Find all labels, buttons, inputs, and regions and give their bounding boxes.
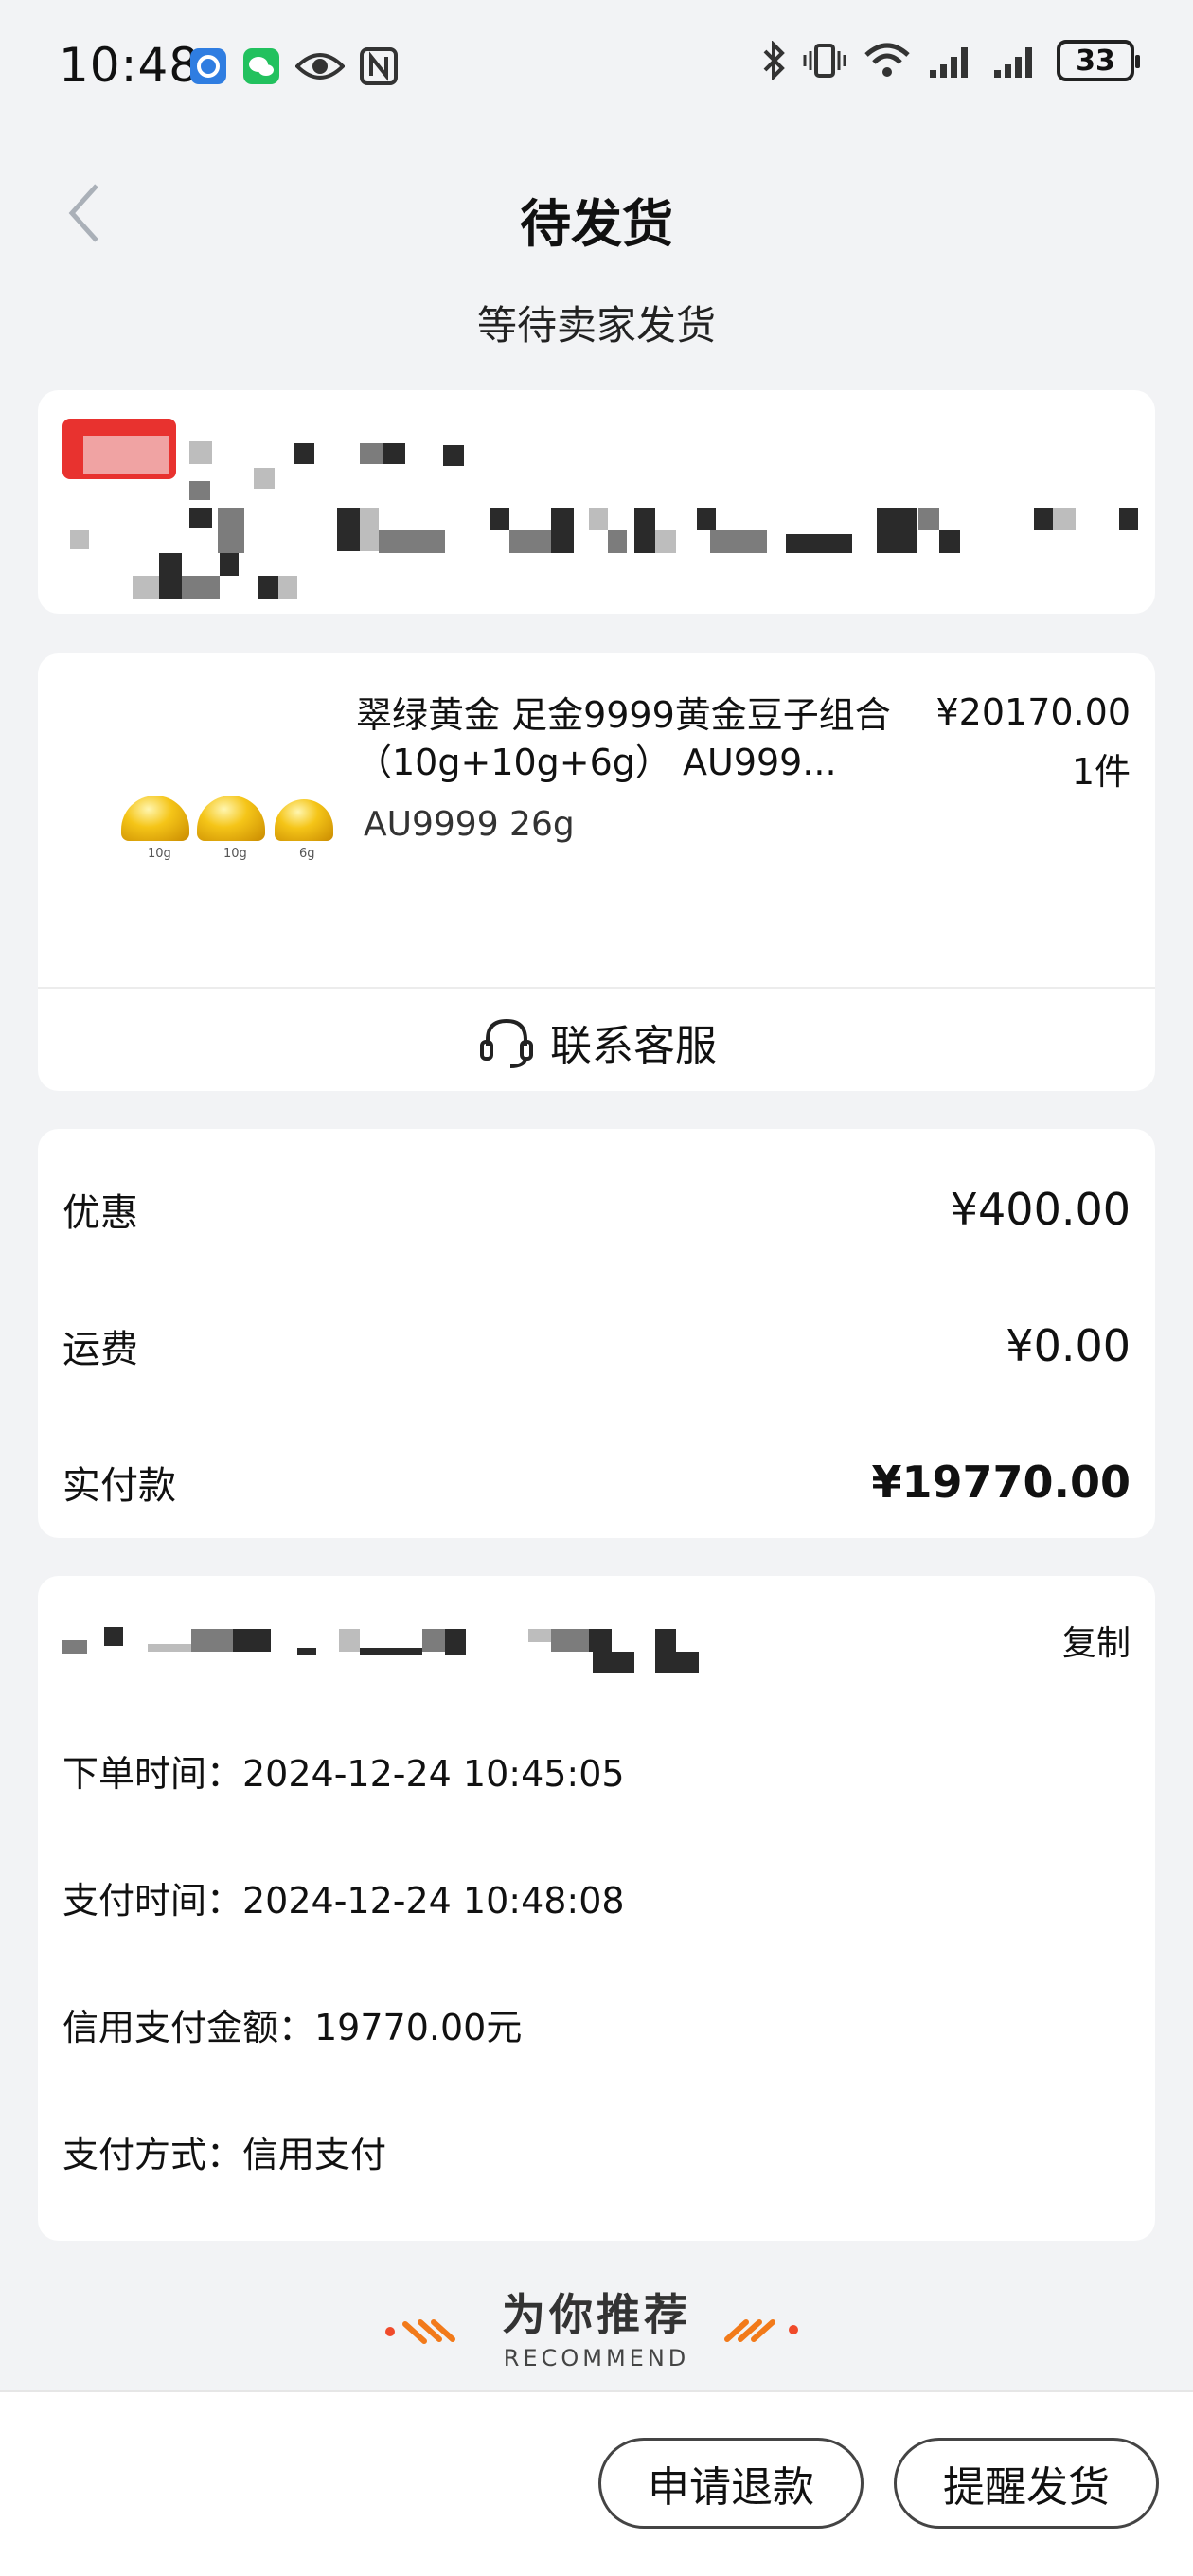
product-price: ¥20170.00 — [935, 691, 1131, 733]
battery-indicator: 33 — [1057, 40, 1140, 81]
address-card[interactable] — [38, 390, 1155, 614]
image-label: 6g — [299, 847, 315, 861]
nfc-icon — [360, 47, 398, 85]
gold-bean-icon — [275, 799, 333, 841]
paid-row: 实付款 ¥19770.00 — [62, 1455, 1131, 1510]
redacted-block — [83, 436, 169, 474]
order-info-card: 复制 下单时间：2024-12-24 10:45:05 支付时间：2024-12… — [38, 1576, 1155, 2241]
shipping-label: 运费 — [62, 1328, 138, 1371]
decoration-left-icon — [385, 2319, 455, 2344]
wifi-icon — [864, 43, 910, 77]
decoration-right-icon — [724, 2319, 798, 2342]
refund-button[interactable]: 申请退款 — [598, 2438, 864, 2529]
signal-icon — [930, 47, 968, 78]
customer-service-label: 联系客服 — [550, 1022, 717, 1070]
pay-time: 支付时间：2024-12-24 10:48:08 — [62, 1880, 625, 1922]
nav-bar: 待发货 — [0, 161, 1193, 265]
discount-row: 优惠 ¥400.00 — [62, 1182, 1131, 1237]
page-title: 待发货 — [520, 194, 673, 254]
pay-method: 支付方式：信用支付 — [62, 2134, 387, 2175]
customer-service-button[interactable]: 联系客服 — [38, 1004, 1155, 1080]
headset-icon — [480, 1018, 533, 1068]
product-image[interactable]: 10g 10g 6g — [72, 672, 337, 985]
eye-icon — [295, 53, 345, 80]
app-shield-icon — [190, 48, 226, 84]
product-name[interactable]: 翠绿黄金 足金9999黄金豆子组合 （10g+10g+6g） AU999... — [356, 691, 943, 786]
notification-icons — [189, 47, 398, 85]
discount-label: 优惠 — [62, 1191, 138, 1235]
recommend-title: 为你推荐 — [502, 2289, 691, 2340]
order-time: 下单时间：2024-12-24 10:45:05 — [62, 1753, 625, 1795]
remind-ship-button[interactable]: 提醒发货 — [894, 2438, 1159, 2529]
paid-label: 实付款 — [62, 1464, 176, 1508]
credit-amount: 信用支付金额：19770.00元 — [62, 2007, 523, 2048]
redacted-order-number — [62, 1640, 87, 1654]
bottom-action-bar: 申请退款 提醒发货 — [0, 2390, 1193, 2576]
product-spec: AU9999 26g — [364, 805, 575, 844]
product-card[interactable]: 10g 10g 6g 翠绿黄金 足金9999黄金豆子组合 （10g+10g+6g… — [38, 653, 1155, 1091]
status-right: 33 — [761, 40, 1140, 81]
shipping-row: 运费 ¥0.00 — [62, 1318, 1131, 1373]
image-label: 10g — [223, 847, 247, 861]
bluetooth-icon — [763, 41, 785, 80]
copy-button[interactable]: 复制 — [1062, 1616, 1131, 1665]
paid-value: ¥19770.00 — [871, 1457, 1131, 1508]
signal-icon — [994, 47, 1032, 78]
order-status-text: 等待卖家发货 — [476, 302, 716, 349]
shipping-value: ¥0.00 — [1006, 1320, 1131, 1371]
recommend-subtitle: RECOMMEND — [503, 2345, 690, 2371]
vibrate-icon — [803, 44, 846, 78]
gold-bean-icon — [121, 796, 189, 841]
product-quantity: 1件 — [1071, 751, 1131, 793]
divider — [38, 987, 1155, 989]
payment-summary-card: 优惠 ¥400.00 运费 ¥0.00 实付款 ¥19770.00 — [38, 1129, 1155, 1538]
recommend-header: 为你推荐 RECOMMEND — [0, 2281, 1193, 2375]
gold-bean-icon — [197, 796, 265, 841]
image-label: 10g — [148, 847, 171, 861]
wechat-icon — [243, 48, 279, 84]
status-time: 10:48 — [59, 38, 201, 93]
status-bar: 10:48 33 — [0, 0, 1193, 142]
discount-value: ¥400.00 — [950, 1184, 1131, 1235]
